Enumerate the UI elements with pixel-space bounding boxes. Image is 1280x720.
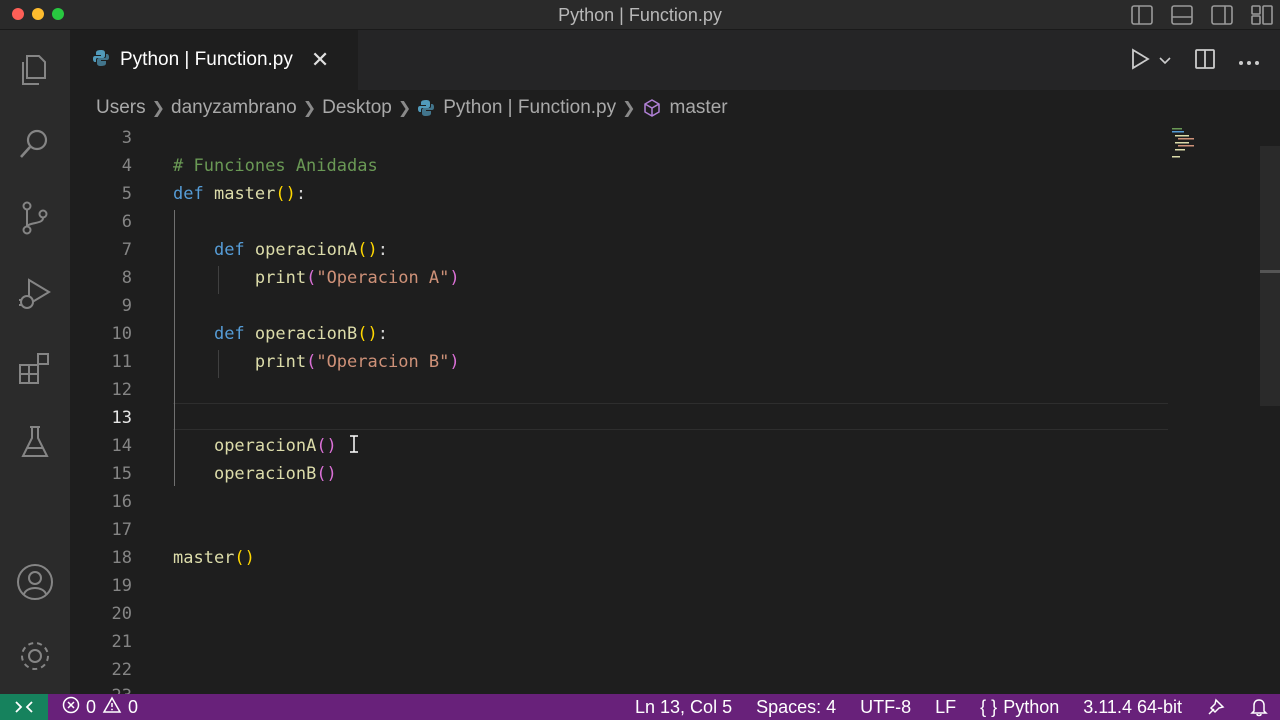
code-line: 18 master() xyxy=(111,548,255,568)
python-interpreter[interactable]: 3.11.4 64-bit xyxy=(1071,697,1194,718)
extensions-icon[interactable] xyxy=(15,348,55,388)
settings-gear-icon[interactable] xyxy=(15,636,55,676)
source-control-icon[interactable] xyxy=(15,198,55,238)
text-cursor-icon xyxy=(349,435,359,458)
code-editor[interactable]: 3 4 # Funciones Anidadas 5 def master(): 6… xyxy=(70,126,1280,694)
file-encoding[interactable]: UTF-8 xyxy=(848,697,923,718)
breadcrumb-item-desktop[interactable]: Desktop xyxy=(322,97,392,119)
notifications-bell-icon[interactable] xyxy=(1238,697,1280,717)
code-line: 16 xyxy=(111,492,132,512)
cursor-position[interactable]: Ln 13, Col 5 xyxy=(623,697,744,718)
code-line: 11 print("Operacion B") xyxy=(111,352,460,372)
error-icon xyxy=(62,696,80,719)
chevron-right-icon: ❯ xyxy=(397,100,412,117)
braces-icon: { } xyxy=(980,696,998,717)
code-line: 7 def operacionA(): xyxy=(121,240,389,260)
close-tab-icon[interactable]: ✕ xyxy=(311,49,329,71)
code-line: 8 print("Operacion A") xyxy=(121,268,460,288)
explorer-icon[interactable] xyxy=(15,50,55,90)
title-bar: Python | Function.py xyxy=(0,0,1280,30)
warning-icon xyxy=(102,695,122,719)
code-line: 22 xyxy=(111,660,132,680)
toggle-panel-icon[interactable] xyxy=(1170,3,1194,27)
remote-window-icon[interactable] xyxy=(0,694,48,720)
chevron-right-icon: ❯ xyxy=(622,100,636,117)
code-line: 23 xyxy=(70,682,1170,694)
code-line: 14 operacionA() xyxy=(111,436,337,456)
breadcrumb-item-file[interactable]: Python | Function.py xyxy=(443,97,616,119)
tab-bar: Python | Function.py ✕ xyxy=(70,30,1280,90)
testing-icon[interactable] xyxy=(15,422,55,462)
activity-bar xyxy=(0,30,70,694)
breadcrumb-item-master[interactable]: master xyxy=(670,97,728,119)
code-line: 9 xyxy=(121,296,132,316)
language-label: Python xyxy=(1003,696,1060,717)
split-editor-icon[interactable] xyxy=(1194,48,1216,75)
language-mode[interactable]: { } Python xyxy=(968,697,1071,718)
toggle-primary-sidebar-icon[interactable] xyxy=(1130,3,1154,27)
code-line: 5 def master(): xyxy=(121,184,307,204)
code-line: 6 xyxy=(121,212,132,232)
breadcrumb-item-users[interactable]: Users xyxy=(96,97,146,119)
search-icon[interactable] xyxy=(15,124,55,164)
breadcrumb: Users ❯ danyzambrano ❯ Desktop ❯ Python … xyxy=(70,90,1280,126)
indentation[interactable]: Spaces: 4 xyxy=(744,697,848,718)
tab-function-py[interactable]: Python | Function.py ✕ xyxy=(70,30,358,90)
run-debug-icon[interactable] xyxy=(15,274,55,314)
breadcrumb-item-danyzambrano[interactable]: danyzambrano xyxy=(171,97,297,119)
code-line-active: 13 xyxy=(111,408,132,428)
code-line: 4 # Funciones Anidadas xyxy=(121,156,378,176)
account-icon[interactable] xyxy=(15,562,55,602)
code-line: 17 xyxy=(111,520,132,540)
more-actions-icon[interactable] xyxy=(1238,53,1260,71)
toggle-secondary-sidebar-icon[interactable] xyxy=(1210,3,1234,27)
run-python-file-icon[interactable] xyxy=(1130,48,1150,75)
code-line: 10 def operacionB(): xyxy=(111,324,389,344)
error-count: 0 xyxy=(86,696,97,717)
end-of-line[interactable]: LF xyxy=(923,697,968,718)
python-file-icon xyxy=(417,99,435,117)
code-line: 15 operacionB() xyxy=(111,464,337,484)
scrollbar-cursor-marker xyxy=(1260,270,1280,273)
code-line: 3 xyxy=(121,128,132,148)
code-line: 20 xyxy=(111,604,132,624)
chevron-down-icon[interactable] xyxy=(1158,53,1172,71)
symbol-method-icon xyxy=(642,98,662,118)
problems-indicator[interactable]: 0 0 xyxy=(62,694,138,720)
warning-count: 0 xyxy=(128,696,139,717)
vertical-scrollbar[interactable] xyxy=(1260,146,1280,406)
code-line: 21 xyxy=(111,632,132,652)
tab-label: Python | Function.py xyxy=(120,49,293,70)
code-line: 19 xyxy=(111,576,132,596)
chevron-right-icon: ❯ xyxy=(302,100,317,117)
live-share-icon[interactable] xyxy=(1194,697,1238,717)
chevron-right-icon: ❯ xyxy=(151,100,166,117)
minimap[interactable] xyxy=(1170,126,1200,166)
code-line: 12 xyxy=(111,380,132,400)
status-bar: 0 0 Ln 13, Col 5 Spaces: 4 UTF-8 LF { } … xyxy=(0,694,1280,720)
customize-layout-icon[interactable] xyxy=(1250,3,1274,27)
python-file-icon xyxy=(92,49,110,72)
window-title: Python | Function.py xyxy=(558,5,722,25)
